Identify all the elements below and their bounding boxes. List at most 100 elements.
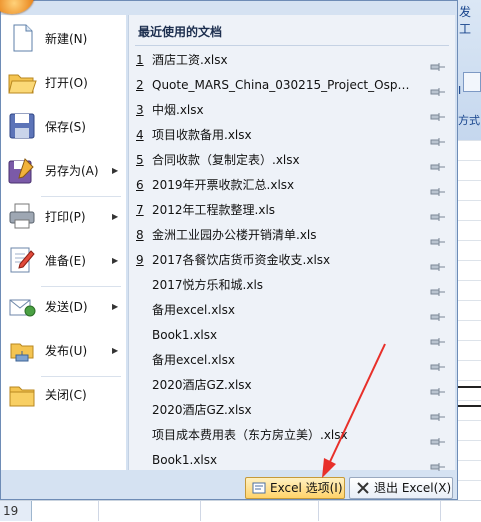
- row-number: 19: [0, 501, 32, 521]
- recent-file-item[interactable]: 1 酒店工资.xlsx: [136, 49, 448, 71]
- recent-title-divider: [135, 45, 449, 46]
- recent-file-number: 8: [136, 228, 144, 242]
- pin-icon[interactable]: [430, 256, 446, 271]
- column-gridline: [318, 501, 319, 521]
- recent-file-item[interactable]: 7 2012年工程款整理.xls: [136, 199, 448, 221]
- menu-item-publish[interactable]: 发布(U) ▶: [1, 329, 126, 371]
- menu-item-new[interactable]: 新建(N): [1, 17, 126, 59]
- pin-icon[interactable]: [430, 231, 446, 246]
- office-menu: 新建(N) 打开(O) 保存(S) 另存为(A) ▶ 打印(P) ▶ 准备(E)…: [0, 0, 458, 500]
- recent-file-name: 项目成本费用表（东方房立美）.xlsx: [152, 428, 348, 442]
- menu-item-print[interactable]: 打印(P) ▶: [1, 195, 126, 237]
- pin-icon[interactable]: [430, 306, 446, 321]
- recent-documents-pane: 最近使用的文档 1 酒店工资.xlsx 2 Quote_MARS_China_0302…: [128, 15, 455, 471]
- pin-icon[interactable]: [430, 181, 446, 196]
- printer-icon: [7, 201, 37, 231]
- ribbon-label-fragment: I: [458, 84, 462, 97]
- recent-file-item[interactable]: 2017悦方乐和城.xls: [136, 274, 448, 296]
- recent-file-name: 2017悦方乐和城.xls: [152, 278, 264, 292]
- recent-file-item[interactable]: 2020酒店GZ.xlsx: [136, 374, 448, 396]
- column-gridline: [98, 501, 99, 521]
- menu-item-send[interactable]: 发送(D) ▶: [1, 285, 126, 327]
- recent-file-name: 2012年工程款整理.xls: [152, 203, 276, 217]
- recent-file-number: 5: [136, 153, 144, 167]
- recent-file-item[interactable]: 9 2017各餐饮店货币资金收支.xlsx: [136, 249, 448, 271]
- recent-file-item[interactable]: 项目成本费用表（东方房立美）.xlsx: [136, 424, 448, 446]
- recent-file-item[interactable]: 2020酒店GZ.xlsx: [136, 399, 448, 421]
- submenu-arrow-icon: ▶: [112, 345, 119, 355]
- new-document-icon: [7, 23, 37, 53]
- pin-icon[interactable]: [430, 406, 446, 421]
- recent-file-name: 2017各餐饮店货币资金收支.xlsx: [152, 253, 331, 267]
- pin-icon[interactable]: [430, 56, 446, 71]
- recent-file-item[interactable]: 6 2019年开票收款汇总.xlsx: [136, 174, 448, 196]
- pin-icon[interactable]: [430, 281, 446, 296]
- menu-item-open[interactable]: 打开(O): [1, 61, 126, 103]
- menu-item-save-as[interactable]: 另存为(A) ▶: [1, 149, 126, 191]
- close-x-icon: [356, 481, 370, 495]
- submenu-arrow-icon: ▶: [112, 301, 119, 311]
- excel-options-button[interactable]: Excel 选项(I): [245, 477, 345, 499]
- save-as-icon: [7, 155, 37, 185]
- recent-file-name: 2020酒店GZ.xlsx: [152, 403, 252, 417]
- recent-file-item[interactable]: 备用excel.xlsx: [136, 349, 448, 371]
- recent-file-item[interactable]: 3 中烟.xlsx: [136, 99, 448, 121]
- options-icon: [252, 481, 266, 495]
- pin-icon[interactable]: [430, 456, 446, 471]
- recent-file-name: 酒店工资.xlsx: [152, 53, 228, 67]
- recent-file-name: Book1.xlsx: [152, 453, 218, 467]
- pin-icon[interactable]: [430, 381, 446, 396]
- pin-icon[interactable]: [430, 206, 446, 221]
- ribbon-control-fragment[interactable]: [463, 72, 481, 92]
- menu-item-label: 另存为(A): [45, 163, 99, 178]
- recent-file-name: 备用excel.xlsx: [152, 353, 235, 367]
- pin-icon[interactable]: [430, 331, 446, 346]
- recent-file-number: 7: [136, 203, 144, 217]
- recent-file-item[interactable]: 备用excel.xlsx: [136, 299, 448, 321]
- menu-item-label: 发送(D): [45, 299, 88, 314]
- menu-item-label: 打开(O): [45, 75, 88, 90]
- recent-file-item[interactable]: 2 Quote_MARS_China_030215_Project_Osprey_…: [136, 74, 448, 96]
- pin-icon[interactable]: [430, 131, 446, 146]
- prepare-pen-icon: [7, 245, 37, 275]
- recent-documents-title: 最近使用的文档: [138, 25, 223, 39]
- recent-file-item[interactable]: 8 金洲工业园办公楼开销清单.xls: [136, 224, 448, 246]
- pin-icon[interactable]: [430, 356, 446, 371]
- pin-icon[interactable]: [430, 106, 446, 121]
- column-gridline: [440, 501, 441, 521]
- column-gridline: [200, 501, 201, 521]
- menu-item-prepare[interactable]: 准备(E) ▶: [1, 239, 126, 281]
- command-pane: 新建(N) 打开(O) 保存(S) 另存为(A) ▶ 打印(P) ▶ 准备(E)…: [1, 15, 126, 470]
- menu-item-close[interactable]: 关闭(C): [1, 373, 126, 415]
- menu-item-label: 新建(N): [45, 31, 88, 46]
- recent-file-name: 中烟.xlsx: [152, 103, 204, 117]
- menu-item-save[interactable]: 保存(S): [1, 105, 126, 147]
- pin-icon[interactable]: [430, 81, 446, 96]
- recent-file-name: 合同收款（复制定表）.xlsx: [152, 153, 300, 167]
- recent-file-item[interactable]: Book1.xlsx: [136, 449, 448, 471]
- menu-item-label: 关闭(C): [45, 387, 87, 402]
- recent-file-number: 6: [136, 178, 144, 192]
- recent-file-item[interactable]: 4 项目收款备用.xlsx: [136, 124, 448, 146]
- ribbon-group-fragment: 方式: [458, 114, 480, 127]
- pin-icon[interactable]: [430, 431, 446, 446]
- publish-server-icon: [7, 335, 37, 365]
- recent-file-item[interactable]: 5 合同收款（复制定表）.xlsx: [136, 149, 448, 171]
- recent-file-name: 2020酒店GZ.xlsx: [152, 378, 252, 392]
- recent-file-item[interactable]: Book1.xlsx: [136, 324, 448, 346]
- save-disk-icon: [7, 111, 37, 141]
- recent-file-name: 2019年开票收款汇总.xlsx: [152, 178, 295, 192]
- recent-file-number: 1: [136, 53, 144, 67]
- submenu-arrow-icon: ▶: [112, 165, 119, 175]
- submenu-arrow-icon: ▶: [112, 211, 119, 221]
- recent-file-name: Quote_MARS_China_030215_Project_Osprey_.…: [152, 78, 410, 92]
- send-mail-icon: [7, 291, 37, 321]
- exit-excel-label: 退出 Excel(X): [374, 481, 452, 495]
- recent-file-number: 3: [136, 103, 144, 117]
- exit-excel-button[interactable]: 退出 Excel(X): [349, 477, 453, 499]
- pin-icon[interactable]: [430, 156, 446, 171]
- ribbon-title-fragment: 发工: [459, 5, 472, 36]
- excel-options-label: Excel 选项(I): [270, 481, 343, 495]
- recent-file-number: 2: [136, 78, 144, 92]
- submenu-arrow-icon: ▶: [112, 255, 119, 265]
